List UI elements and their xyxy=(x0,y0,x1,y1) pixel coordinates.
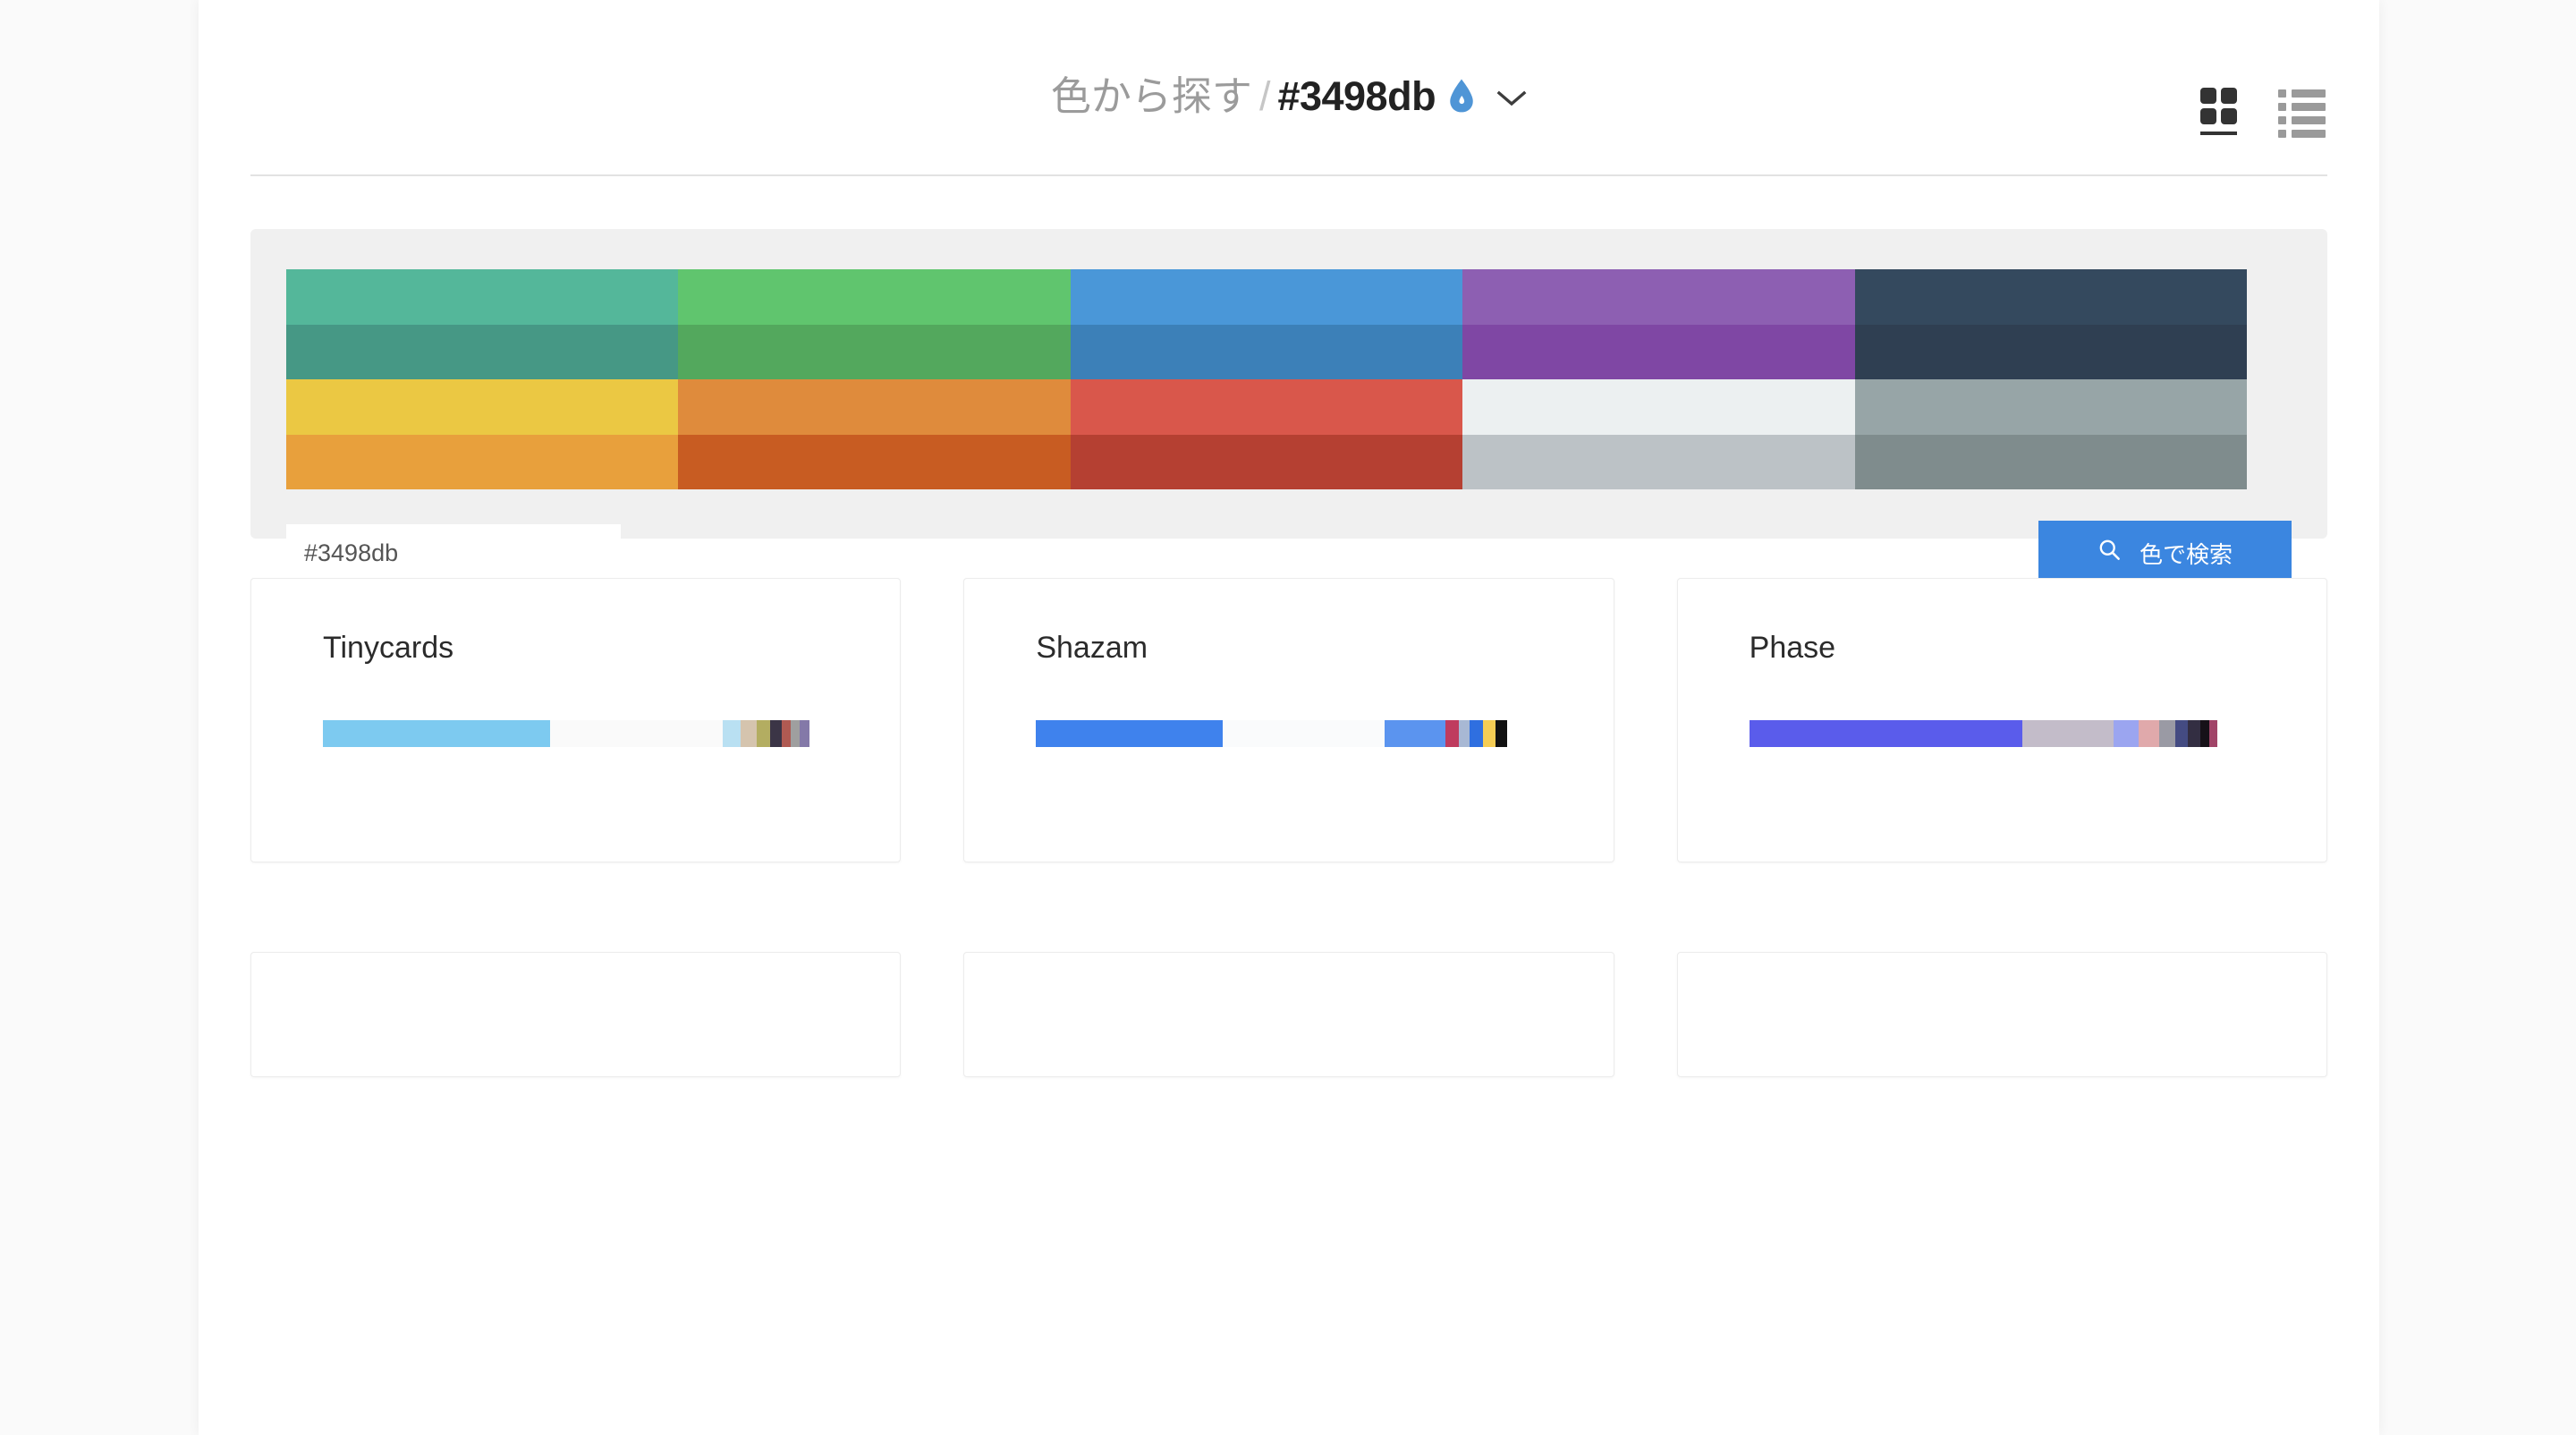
color-bar-segment-3 xyxy=(2138,720,2159,747)
color-search-panel: 色で検索 xyxy=(250,229,2327,585)
search-by-color-button[interactable]: 色で検索 xyxy=(2038,521,2292,585)
palette-swatch-8[interactable] xyxy=(1462,324,1855,379)
color-bar-segment-6 xyxy=(782,720,791,747)
page-title: 色から探す / #3498db xyxy=(199,70,2379,125)
color-bar-segment-8 xyxy=(1507,720,1542,747)
color-bar-segment-4 xyxy=(757,720,770,747)
palette-swatch-7[interactable] xyxy=(1070,324,1463,379)
palette-swatch-12[interactable] xyxy=(1070,379,1463,435)
chevron-down-icon[interactable] xyxy=(1496,70,1527,120)
view-toggle-group xyxy=(2200,88,2326,149)
color-bar-segment-9 xyxy=(809,720,829,747)
color-bar-segment-3 xyxy=(1445,720,1459,747)
hex-input-group xyxy=(286,524,621,582)
color-bar-segment-1 xyxy=(550,720,723,747)
palette-swatch-15[interactable] xyxy=(286,434,679,489)
list-view-icon xyxy=(2278,88,2326,138)
page-title-hex: #3498db xyxy=(1277,73,1436,119)
palette-swatch-0[interactable] xyxy=(286,269,679,325)
color-bar-segment-3 xyxy=(740,720,758,747)
palette-swatch-14[interactable] xyxy=(1854,379,2247,435)
color-distribution-bar xyxy=(1036,720,1542,747)
palette-swatch-10[interactable] xyxy=(286,379,679,435)
color-bar-segment-2 xyxy=(722,720,741,747)
color-bar-segment-5 xyxy=(2174,720,2189,747)
color-bar-segment-2 xyxy=(2113,720,2139,747)
color-bar-segment-8 xyxy=(800,720,810,747)
color-distribution-bar xyxy=(323,720,829,747)
app-card-title: Tinycards xyxy=(323,631,454,665)
color-bar-segment-2 xyxy=(1385,720,1446,747)
palette-swatch-9[interactable] xyxy=(1854,324,2247,379)
color-bar-segment-9 xyxy=(2217,720,2255,747)
app-card[interactable]: Shazam xyxy=(963,578,1614,862)
color-bar-segment-5 xyxy=(1470,720,1483,747)
palette-swatch-6[interactable] xyxy=(678,324,1071,379)
palette-swatch-1[interactable] xyxy=(678,269,1071,325)
app-cards-row: Tinycards Shazam Phase xyxy=(250,578,2327,862)
color-bar-segment-1 xyxy=(2021,720,2114,747)
color-bar-segment-7 xyxy=(790,720,801,747)
page-title-prefix: 色から探す xyxy=(1050,73,1252,119)
palette-swatch-13[interactable] xyxy=(1462,379,1855,435)
hex-code-input[interactable] xyxy=(286,524,621,582)
color-bar-segment-0 xyxy=(1749,720,2022,747)
search-controls-row: 色で検索 xyxy=(286,520,2292,586)
page-header: 色から探す / #3498db xyxy=(199,0,2379,176)
palette-swatch-16[interactable] xyxy=(678,434,1071,489)
search-button-label: 色で検索 xyxy=(2139,540,2233,568)
search-icon xyxy=(2097,538,2122,568)
color-distribution-bar xyxy=(1749,720,2255,747)
color-bar-segment-6 xyxy=(2188,720,2200,747)
app-results-area: Tinycards Shazam Phase xyxy=(250,578,2327,1435)
active-view-indicator xyxy=(2200,132,2237,135)
app-card[interactable] xyxy=(963,952,1614,1077)
palette-swatch-3[interactable] xyxy=(1462,269,1855,325)
color-bar-segment-7 xyxy=(1495,720,1508,747)
color-bar-segment-1 xyxy=(1223,720,1385,747)
water-drop-icon xyxy=(1446,75,1477,125)
color-bar-segment-4 xyxy=(1458,720,1470,747)
page-container: 色から探す / #3498db #3498db 色で検索 Tinycards S… xyxy=(199,0,2379,1435)
palette-swatch-11[interactable] xyxy=(678,379,1071,435)
app-card[interactable]: Phase xyxy=(1676,578,2327,862)
color-bar-segment-6 xyxy=(1483,720,1496,747)
grid-view-icon xyxy=(2200,88,2237,124)
view-toggle-list[interactable] xyxy=(2278,88,2326,149)
color-bar-segment-0 xyxy=(1036,720,1224,747)
view-toggle-grid[interactable] xyxy=(2200,88,2237,135)
palette-swatch-grid xyxy=(286,269,2247,489)
app-card[interactable] xyxy=(250,952,902,1077)
color-bar-segment-0 xyxy=(323,720,551,747)
palette-swatch-18[interactable] xyxy=(1462,434,1855,489)
palette-swatch-17[interactable] xyxy=(1070,434,1463,489)
page-title-separator: / xyxy=(1258,73,1271,119)
app-card-title: Phase xyxy=(1749,631,1836,665)
color-bar-segment-5 xyxy=(769,720,783,747)
app-card[interactable] xyxy=(1676,952,2327,1077)
color-bar-segment-4 xyxy=(2158,720,2175,747)
color-bar-segment-7 xyxy=(2199,720,2210,747)
palette-swatch-5[interactable] xyxy=(286,324,679,379)
app-card[interactable]: Tinycards xyxy=(250,578,902,862)
header-divider xyxy=(250,174,2327,176)
app-card-title: Shazam xyxy=(1036,631,1148,665)
app-cards-row-next xyxy=(250,952,2327,1077)
palette-swatch-4[interactable] xyxy=(1854,269,2247,325)
palette-swatch-2[interactable] xyxy=(1070,269,1463,325)
palette-swatch-19[interactable] xyxy=(1854,434,2247,489)
color-bar-segment-8 xyxy=(2209,720,2218,747)
